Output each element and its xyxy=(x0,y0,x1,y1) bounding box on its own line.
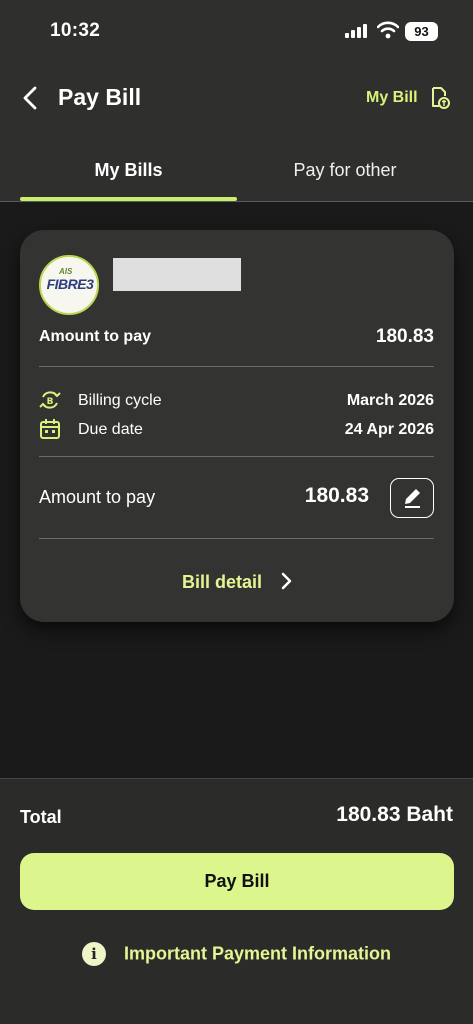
bill-detail-label: Bill detail xyxy=(181,572,262,592)
important-payment-info-label: Important Payment Information xyxy=(123,943,392,964)
cellular-signal-icon xyxy=(345,24,367,38)
pencil-icon xyxy=(405,489,420,508)
calendar-icon xyxy=(40,419,60,439)
bill-detail-link[interactable]: Bill detail xyxy=(20,572,454,593)
amount-value: 180.83 xyxy=(375,326,434,347)
edit-amount-button[interactable] xyxy=(390,478,434,518)
total-label: Total xyxy=(20,807,62,827)
info-icon: i xyxy=(81,942,106,966)
status-bar: 10:32 93 xyxy=(0,0,473,60)
svg-text:B: B xyxy=(47,397,54,407)
bill-document-icon[interactable] xyxy=(430,86,450,110)
status-time: 10:32 xyxy=(50,20,101,41)
battery-icon: 93 xyxy=(405,22,438,41)
card-divider xyxy=(39,456,434,457)
total-value: 180.83 Baht xyxy=(336,803,453,826)
account-name-redacted xyxy=(113,258,241,291)
chevron-right-icon xyxy=(280,572,292,593)
edit-amount-label: Amount to pay xyxy=(39,487,156,507)
edit-amount-value[interactable]: 180.83 xyxy=(305,484,369,508)
card-divider xyxy=(39,538,434,539)
back-arrow-icon[interactable] xyxy=(20,85,42,111)
payment-footer: Total 180.83 Baht Pay Bill i Important Pa… xyxy=(0,778,473,1024)
provider-logo-text: FIBRE3 xyxy=(46,276,94,292)
billing-cycle-icon: B xyxy=(39,391,61,409)
provider-logo: AIS FIBRE3 xyxy=(39,255,99,315)
page-title: Pay Bill xyxy=(58,84,142,110)
pay-bill-button[interactable]: Pay Bill xyxy=(20,853,454,910)
provider-logo-ais: AIS xyxy=(59,267,73,276)
amount-label: Amount to pay xyxy=(39,328,151,345)
tab-pay-for-other[interactable]: Pay for other xyxy=(237,160,453,181)
card-divider xyxy=(39,366,434,367)
bill-card: AIS FIBRE3 Amount to pay 180.83 B Billin… xyxy=(20,230,454,622)
due-date-value: 24 Apr 2026 xyxy=(344,421,434,438)
billing-cycle-value: March 2026 xyxy=(346,392,434,409)
tab-my-bills[interactable]: My Bills xyxy=(20,160,237,181)
important-payment-info-link[interactable]: i Important Payment Information xyxy=(0,942,473,966)
billing-cycle-label: Billing cycle xyxy=(78,392,162,409)
my-bill-link[interactable]: My Bill xyxy=(366,89,418,107)
due-date-label: Due date xyxy=(78,421,143,438)
wifi-icon xyxy=(377,21,399,39)
tab-divider xyxy=(0,201,473,202)
